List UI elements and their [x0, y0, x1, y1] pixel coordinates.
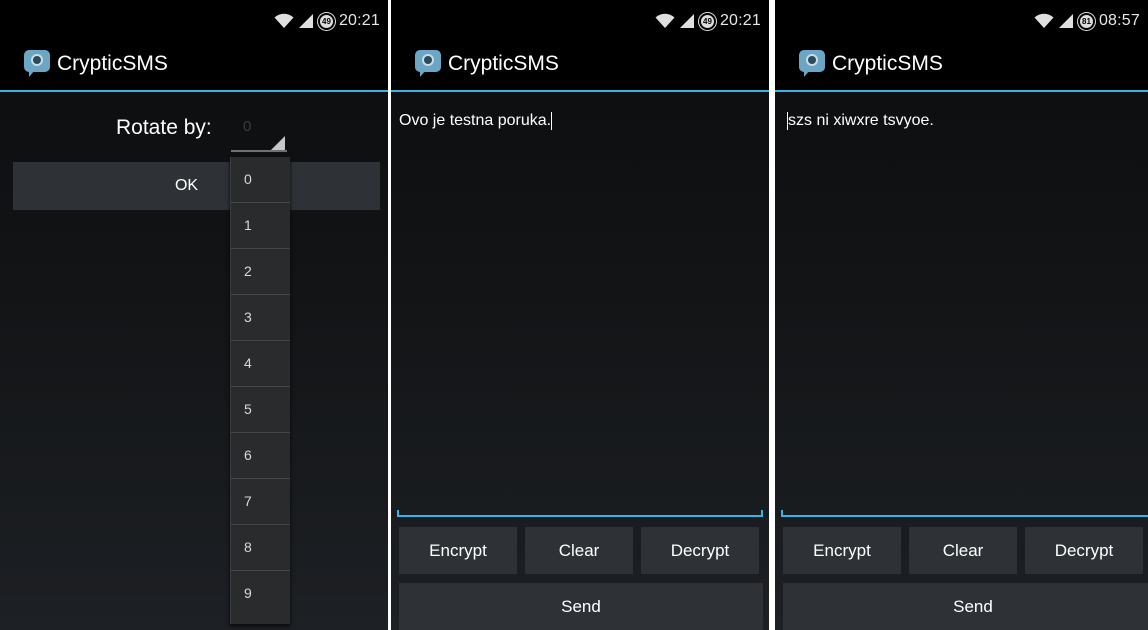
encrypt-button[interactable]: Encrypt	[399, 527, 517, 574]
app-icon[interactable]	[24, 50, 50, 78]
dropdown-corner-icon	[271, 136, 285, 150]
spinner-selected-value: 0	[243, 118, 252, 135]
rotate-dropdown-list: 0 1 2 3 4 5 6 7 8 9	[230, 157, 290, 624]
app-title: CrypticSMS	[57, 52, 168, 75]
status-bar: 81 08:57	[775, 0, 1148, 38]
status-time: 20:21	[338, 12, 380, 29]
battery-icon: 49	[317, 12, 335, 30]
action-bar: CrypticSMS	[775, 38, 1148, 92]
app-title: CrypticSMS	[448, 52, 559, 75]
signal-icon	[298, 14, 313, 28]
message-text: Ovo je testna poruka.	[399, 112, 552, 129]
decrypt-button[interactable]: Decrypt	[1025, 527, 1143, 574]
dropdown-option[interactable]: 6	[231, 433, 290, 479]
action-button-row: Encrypt Clear Decrypt	[783, 527, 1143, 574]
battery-icon: 49	[698, 12, 716, 30]
wifi-icon	[274, 13, 294, 28]
message-input[interactable]: Ovo je testna poruka.	[399, 112, 553, 130]
dropdown-option[interactable]: 7	[231, 479, 290, 525]
app-title: CrypticSMS	[832, 52, 943, 75]
status-bar: 49 20:21	[0, 0, 388, 38]
status-time: 20:21	[719, 12, 761, 29]
dropdown-option[interactable]: 3	[231, 295, 290, 341]
clear-button[interactable]: Clear	[909, 527, 1017, 574]
send-button[interactable]: Send	[399, 583, 763, 630]
dropdown-option[interactable]: 9	[231, 571, 290, 617]
dropdown-option[interactable]: 2	[231, 249, 290, 295]
decrypt-button[interactable]: Decrypt	[641, 527, 759, 574]
action-bar: CrypticSMS	[0, 38, 388, 92]
status-bar: 49 20:21	[391, 0, 769, 38]
message-input-underline	[781, 510, 1148, 517]
battery-icon: 81	[1077, 12, 1095, 30]
message-input[interactable]: szs ni xiwxre tsvyoe.	[787, 112, 934, 130]
app-icon[interactable]	[415, 50, 441, 78]
screen-encrypted: 81 08:57 CrypticSMS szs ni xiwxre tsvyoe…	[775, 0, 1148, 630]
signal-icon	[679, 14, 694, 28]
dropdown-option[interactable]: 5	[231, 387, 290, 433]
signal-icon	[1058, 14, 1073, 28]
encrypt-button[interactable]: Encrypt	[783, 527, 901, 574]
screen-rotate-settings: 49 20:21 CrypticSMS Rotate by: 0 OK 0 1 …	[0, 0, 388, 630]
dropdown-option[interactable]: 4	[231, 341, 290, 387]
status-time: 08:57	[1098, 12, 1140, 29]
clear-button[interactable]: Clear	[525, 527, 633, 574]
send-button[interactable]: Send	[783, 583, 1148, 630]
message-text: szs ni xiwxre tsvyoe.	[788, 112, 934, 129]
rotate-label: Rotate by:	[116, 116, 212, 139]
wifi-icon	[655, 13, 675, 28]
text-cursor	[551, 112, 553, 130]
rotate-spinner[interactable]: 0	[231, 112, 287, 152]
wifi-icon	[1034, 13, 1054, 28]
dropdown-option[interactable]: 8	[231, 525, 290, 571]
action-button-row: Encrypt Clear Decrypt	[399, 527, 759, 574]
dropdown-option[interactable]: 1	[231, 203, 290, 249]
screen-compose: 49 20:21 CrypticSMS Ovo je testna poruka…	[391, 0, 769, 630]
action-bar: CrypticSMS	[391, 38, 769, 92]
message-input-underline	[397, 510, 763, 517]
ok-button[interactable]: OK	[13, 162, 380, 210]
dropdown-option[interactable]: 0	[231, 157, 290, 203]
app-icon[interactable]	[799, 50, 825, 78]
